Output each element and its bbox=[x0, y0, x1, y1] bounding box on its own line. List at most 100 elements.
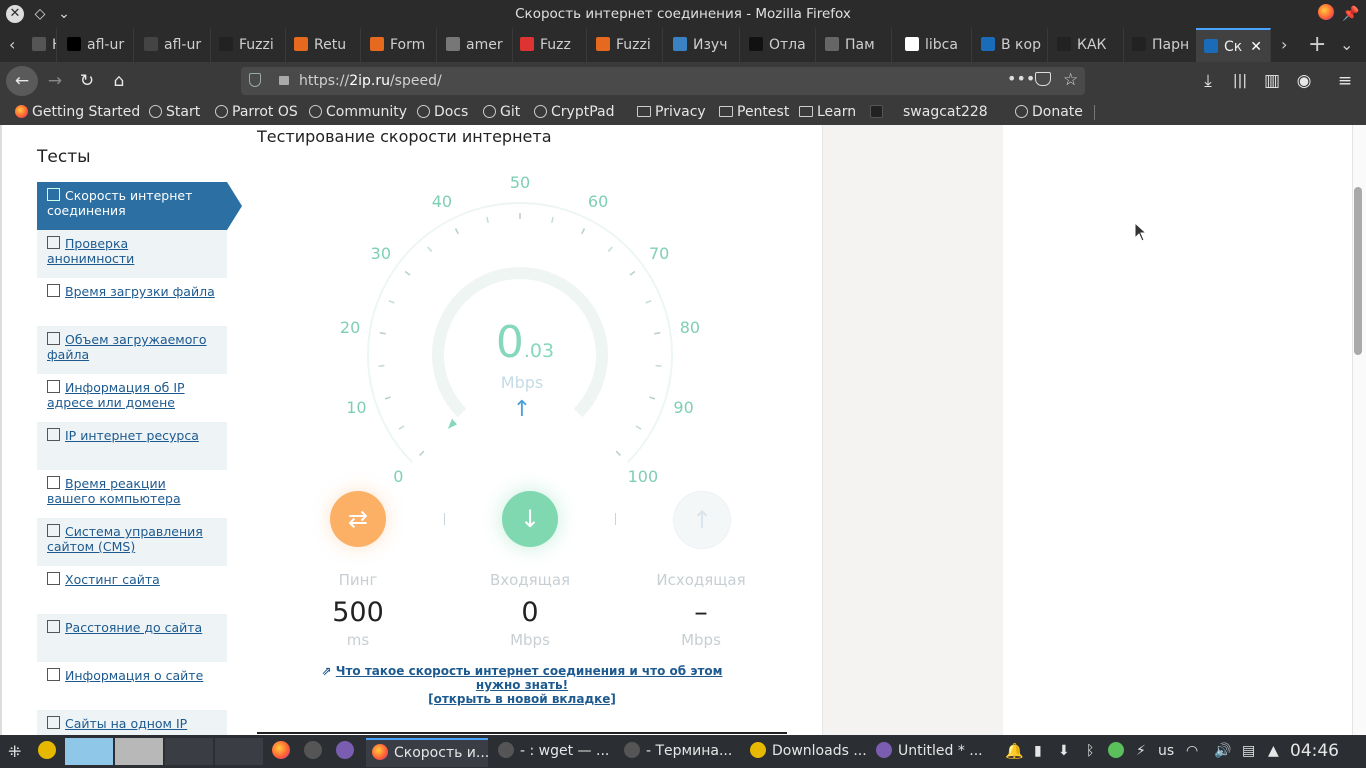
page-actions-icon[interactable]: ••• bbox=[1007, 69, 1035, 88]
tab-13[interactable]: libca bbox=[897, 28, 972, 62]
url-bar[interactable]: https://2ip.ru/speed/ ••• ☆ bbox=[241, 67, 1085, 95]
workspace-4[interactable] bbox=[215, 738, 263, 765]
sidebar-item-5[interactable]: Информация об IP адресе или домене bbox=[37, 374, 227, 422]
sidebar-link[interactable]: Информация о сайте bbox=[47, 668, 217, 683]
tray-expand-icon[interactable]: ▲ bbox=[1268, 735, 1279, 768]
tab-9[interactable]: Fuzzi bbox=[588, 28, 663, 62]
tab-8[interactable]: Fuzz bbox=[512, 28, 587, 62]
tab-15[interactable]: КАК bbox=[1049, 28, 1124, 62]
bluetooth-icon[interactable]: ᛒ bbox=[1086, 735, 1094, 768]
bookmark-12[interactable]: Donate bbox=[1015, 104, 1083, 120]
tab-10[interactable]: Изуч bbox=[665, 28, 740, 62]
bookmark-6[interactable]: Git bbox=[483, 104, 520, 120]
sidebar-link[interactable]: IP интернет ресурса bbox=[47, 428, 217, 443]
terminal-launcher-icon[interactable] bbox=[304, 735, 322, 768]
ping-swap-icon[interactable]: ⇄ bbox=[330, 491, 386, 547]
bookmark-3[interactable]: Parrot OS bbox=[215, 104, 298, 120]
tab-12[interactable]: Пам bbox=[817, 28, 892, 62]
workspace-3[interactable] bbox=[165, 738, 213, 765]
tabs-scroll-left-icon[interactable]: ‹ bbox=[9, 28, 15, 62]
upload-arrow-icon[interactable]: ↑ bbox=[673, 491, 731, 549]
app-menu-icon[interactable]: ⁜ bbox=[8, 735, 21, 768]
download-arrow-icon[interactable]: ↓ bbox=[502, 491, 558, 547]
sidebar-link[interactable]: Расстояние до сайта bbox=[47, 620, 217, 635]
sidebar-item-10[interactable]: Расстояние до сайта bbox=[37, 614, 227, 662]
tab-6[interactable]: Form bbox=[362, 28, 437, 62]
sidebar-link[interactable]: Скорость интернет соединения bbox=[47, 188, 217, 218]
forward-button[interactable]: → bbox=[41, 68, 69, 94]
tab-4[interactable]: Fuzzi bbox=[211, 28, 286, 62]
bookmark-11[interactable]: swagcat228 bbox=[870, 104, 988, 120]
tab-list-chevron-icon[interactable]: ⌄ bbox=[1340, 28, 1353, 62]
taskbar-window-5[interactable]: Untitled * ... bbox=[870, 738, 992, 765]
home-button[interactable]: ⌂ bbox=[105, 68, 133, 94]
sidebar-item-11[interactable]: Информация о сайте bbox=[37, 662, 227, 710]
taskbar-window-4[interactable]: Downloads ... bbox=[744, 738, 866, 765]
clock[interactable]: 04:46 bbox=[1290, 735, 1339, 768]
sidebar-item-3[interactable]: Время загрузки файла bbox=[37, 278, 227, 326]
sidebar-item-9[interactable]: Хостинг сайта bbox=[37, 566, 227, 614]
speed-info-link-text[interactable]: Что такое скорость интернет соединения и… bbox=[336, 664, 723, 692]
workspace-1[interactable] bbox=[65, 738, 113, 765]
open-new-tab-link[interactable]: [открыть в новой вкладке] bbox=[428, 692, 616, 706]
lock-icon[interactable] bbox=[279, 76, 289, 85]
sidebar-link[interactable]: Объем загружаемого файла bbox=[47, 332, 217, 362]
taskbar-window-2[interactable]: - : wget — ... bbox=[492, 738, 614, 765]
sidebar-item-7[interactable]: Время реакции вашего компьютера bbox=[37, 470, 227, 518]
sidebar-link[interactable]: Время реакции вашего компьютера bbox=[47, 476, 217, 506]
download-tray-icon[interactable]: ⬇ bbox=[1058, 735, 1070, 768]
pocket-icon[interactable] bbox=[1035, 72, 1051, 86]
bookmark-1[interactable]: Getting Started bbox=[15, 104, 140, 120]
bookmark-9[interactable]: Pentest bbox=[719, 104, 789, 120]
sidebar-item-1[interactable]: Скорость интернет соединения bbox=[37, 182, 227, 230]
sidebar-link[interactable]: Информация об IP адресе или домене bbox=[47, 380, 217, 410]
show-desktop-icon[interactable] bbox=[38, 735, 56, 768]
bookmark-star-icon[interactable]: ☆ bbox=[1063, 70, 1078, 90]
scrollbar-thumb[interactable] bbox=[1354, 187, 1362, 355]
usb-icon[interactable]: ▮ bbox=[1034, 735, 1042, 768]
bookmark-8[interactable]: Privacy bbox=[637, 104, 706, 120]
sidebar-item-12[interactable]: Сайты на одном IP bbox=[37, 710, 227, 735]
tab-5[interactable]: Retu bbox=[286, 28, 361, 62]
sidebar-item-6[interactable]: IP интернет ресурса bbox=[37, 422, 227, 470]
sidebar-toggle-icon[interactable]: ▥ bbox=[1258, 68, 1286, 94]
sidebar-link[interactable]: Время загрузки файла bbox=[47, 284, 217, 299]
bookmark-4[interactable]: Community bbox=[309, 104, 407, 120]
bookmark-5[interactable]: Docs bbox=[417, 104, 468, 120]
sidebar-link[interactable]: Сайты на одном IP bbox=[47, 716, 217, 731]
workspace-2[interactable] bbox=[115, 738, 163, 765]
tab-close-icon[interactable]: ✕ bbox=[1250, 30, 1262, 64]
keyboard-layout[interactable]: us bbox=[1158, 735, 1174, 768]
tracking-shield-icon[interactable] bbox=[249, 73, 261, 87]
tab-16[interactable]: Парн bbox=[1124, 28, 1199, 62]
sidebar-item-8[interactable]: Система управления сайтом (CMS) bbox=[37, 518, 227, 566]
bookmark-2[interactable]: Start bbox=[149, 104, 200, 120]
pin-icon[interactable]: 📌 bbox=[1341, 4, 1361, 24]
clipboard-icon[interactable]: ▤ bbox=[1242, 735, 1255, 768]
tab-14[interactable]: В кор bbox=[973, 28, 1048, 62]
sidebar-link[interactable]: Проверка анонимности bbox=[47, 236, 217, 266]
bookmark-10[interactable]: Learn bbox=[799, 104, 856, 120]
editor-launcher-icon[interactable] bbox=[336, 735, 354, 768]
sidebar-link[interactable]: Система управления сайтом (CMS) bbox=[47, 524, 217, 554]
reload-button[interactable]: ↻ bbox=[73, 68, 101, 94]
taskbar-window-3[interactable]: - Термина... bbox=[618, 738, 740, 765]
tab-2[interactable]: afl-ur bbox=[59, 28, 134, 62]
tab-17[interactable]: Ск ✕ bbox=[1196, 28, 1271, 64]
account-icon[interactable]: ◉ bbox=[1290, 68, 1318, 94]
library-icon[interactable]: ||| bbox=[1226, 68, 1254, 94]
firefox-launcher-icon[interactable] bbox=[272, 735, 290, 768]
menu-hamburger-icon[interactable]: ≡ bbox=[1331, 68, 1359, 94]
vpn-icon[interactable] bbox=[1108, 735, 1124, 768]
tab-11[interactable]: Отла bbox=[741, 28, 816, 62]
bookmark-7[interactable]: CryptPad bbox=[534, 104, 614, 120]
speed-info-link[interactable]: ⇗ Что такое скорость интернет соединения… bbox=[300, 664, 744, 706]
sidebar-item-2[interactable]: Проверка анонимности bbox=[37, 230, 227, 278]
sidebar-item-4[interactable]: Объем загружаемого файла bbox=[37, 326, 227, 374]
taskbar-window-1[interactable]: Скорость и... bbox=[366, 738, 488, 767]
tab-7[interactable]: amer bbox=[438, 28, 513, 62]
url-text[interactable]: https://2ip.ru/speed/ bbox=[299, 73, 442, 89]
sidebar-link[interactable]: Хостинг сайта bbox=[47, 572, 217, 587]
downloads-icon[interactable]: ⤓ bbox=[1194, 68, 1222, 94]
volume-icon[interactable]: 🔊 bbox=[1214, 735, 1231, 768]
